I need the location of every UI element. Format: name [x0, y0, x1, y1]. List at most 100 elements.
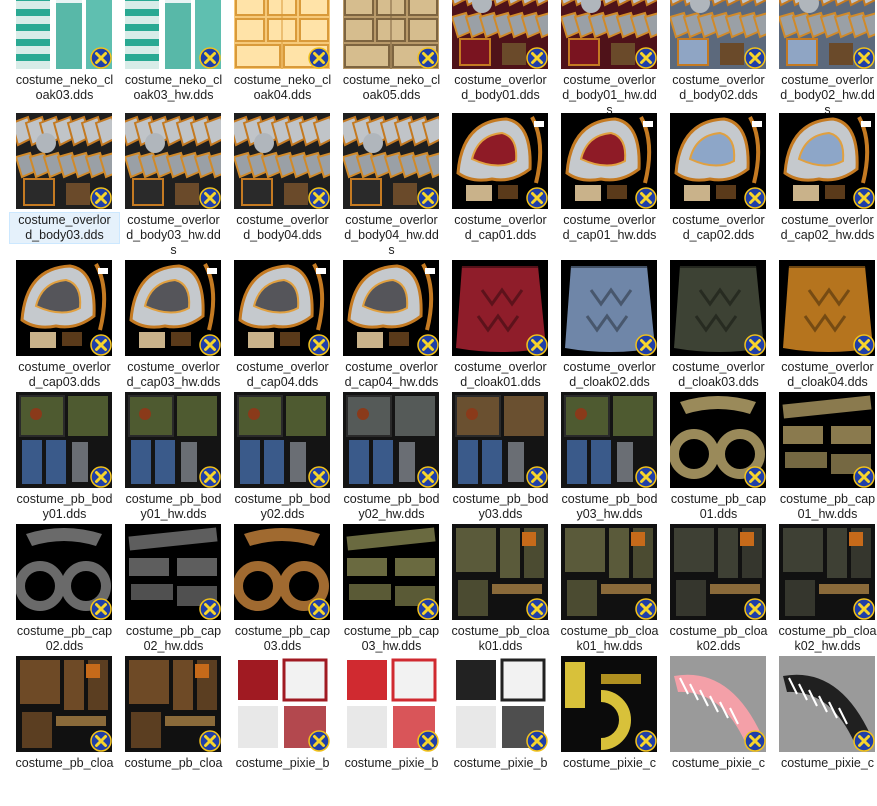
file-name-label[interactable]: costume_pb_cap 01.dds	[664, 492, 773, 522]
file-item[interactable]: costume_neko_cl oak03.dds	[10, 0, 119, 123]
file-item[interactable]: costume_overlor d_cap02.dds	[664, 113, 773, 263]
file-name-label[interactable]: costume_overlor d_cloak01.dds	[446, 360, 555, 390]
file-thumbnail[interactable]	[16, 524, 112, 620]
file-item[interactable]: costume_pb_cap 01.dds	[664, 392, 773, 542]
file-item[interactable]: costume_pb_cloa	[10, 656, 119, 806]
file-name-label[interactable]: costume_pb_bod y02_hw.dds	[337, 492, 446, 522]
file-name-label[interactable]: costume_overlor d_body03_hw.dd s	[119, 213, 228, 258]
file-thumbnail[interactable]	[561, 113, 657, 209]
file-item[interactable]: costume_overlor d_body03_hw.dd s	[119, 113, 228, 263]
file-item[interactable]: costume_pixie_b	[228, 656, 337, 806]
file-item[interactable]: costume_pb_cloa k02_hw.dds	[773, 524, 877, 674]
file-thumbnail[interactable]	[452, 0, 548, 69]
file-name-label[interactable]: costume_overlor d_cap01.dds	[446, 213, 555, 243]
file-thumbnail[interactable]	[234, 0, 330, 69]
file-item[interactable]: costume_overlor d_cap04_hw.dds	[337, 260, 446, 410]
file-thumbnail[interactable]	[670, 0, 766, 69]
file-thumbnail[interactable]	[779, 260, 875, 356]
file-item[interactable]: costume_overlor d_cap04.dds	[228, 260, 337, 410]
file-name-label[interactable]: costume_pixie_c	[664, 756, 773, 771]
file-thumbnail[interactable]	[670, 113, 766, 209]
file-name-label[interactable]: costume_pb_cap 02.dds	[10, 624, 119, 654]
file-name-label[interactable]: costume_pixie_b	[228, 756, 337, 771]
file-name-label[interactable]: costume_overlor d_cloak04.dds	[773, 360, 877, 390]
file-item[interactable]: costume_overlor d_body02.dds	[664, 0, 773, 123]
file-item[interactable]: costume_overlor d_body03.dds	[9, 113, 120, 263]
file-item[interactable]: costume_overlor d_cap03.dds	[10, 260, 119, 410]
file-item[interactable]: costume_pb_bod y02.dds	[228, 392, 337, 542]
file-item[interactable]: costume_overlor d_body04_hw.dd s	[337, 113, 446, 263]
file-name-label[interactable]: costume_overlor d_body04.dds	[228, 213, 337, 243]
file-name-label[interactable]: costume_pb_bod y01_hw.dds	[119, 492, 228, 522]
file-thumbnail[interactable]	[343, 0, 439, 69]
file-item[interactable]: costume_pb_cloa k01_hw.dds	[555, 524, 664, 674]
file-name-label[interactable]: costume_pb_cloa	[10, 756, 119, 771]
file-thumbnail[interactable]	[234, 392, 330, 488]
file-item[interactable]: costume_overlor d_cloak01.dds	[446, 260, 555, 410]
file-thumbnail[interactable]	[125, 260, 221, 356]
file-name-label[interactable]: costume_overlor d_body02.dds	[664, 73, 773, 103]
file-item[interactable]: costume_pb_bod y02_hw.dds	[337, 392, 446, 542]
file-name-label[interactable]: costume_neko_cl oak03_hw.dds	[119, 73, 228, 103]
file-thumbnail[interactable]	[16, 113, 112, 209]
file-item[interactable]: costume_pb_bod y03_hw.dds	[555, 392, 664, 542]
file-item[interactable]: costume_neko_cl oak04.dds	[228, 0, 337, 123]
file-thumbnail[interactable]	[670, 260, 766, 356]
file-item[interactable]: costume_pixie_c	[773, 656, 877, 806]
file-name-label[interactable]: costume_overlor d_cap03.dds	[10, 360, 119, 390]
file-item[interactable]: costume_pb_cloa	[119, 656, 228, 806]
file-thumbnail[interactable]	[452, 113, 548, 209]
file-item[interactable]: costume_overlor d_body01_hw.dd s	[555, 0, 664, 123]
file-item[interactable]: costume_overlor d_cap03_hw.dds	[119, 260, 228, 410]
file-item[interactable]: costume_overlor d_cloak02.dds	[555, 260, 664, 410]
file-thumbnail[interactable]	[125, 113, 221, 209]
file-thumbnail[interactable]	[561, 0, 657, 69]
file-thumbnail[interactable]	[343, 113, 439, 209]
file-thumbnail[interactable]	[16, 392, 112, 488]
file-thumbnail[interactable]	[234, 524, 330, 620]
file-thumbnail[interactable]	[452, 392, 548, 488]
file-name-label[interactable]: costume_pb_cap 03_hw.dds	[337, 624, 446, 654]
file-name-label[interactable]: costume_pixie_c	[773, 756, 877, 771]
file-item[interactable]: costume_pb_cap 02.dds	[10, 524, 119, 674]
file-thumbnail[interactable]	[779, 392, 875, 488]
file-name-label[interactable]: costume_pb_cap 03.dds	[228, 624, 337, 654]
file-name-label[interactable]: costume_overlor d_body01_hw.dd s	[555, 73, 664, 118]
file-name-label[interactable]: costume_overlor d_cap04_hw.dds	[337, 360, 446, 390]
file-item[interactable]: costume_pb_cloa k02.dds	[664, 524, 773, 674]
file-item[interactable]: costume_pixie_c	[555, 656, 664, 806]
file-thumbnail[interactable]	[125, 524, 221, 620]
file-thumbnail[interactable]	[125, 392, 221, 488]
file-item[interactable]: costume_pixie_b	[337, 656, 446, 806]
file-name-label[interactable]: costume_overlor d_body03.dds	[9, 212, 120, 244]
file-item[interactable]: costume_pb_cap 02_hw.dds	[119, 524, 228, 674]
file-thumbnail[interactable]	[452, 260, 548, 356]
file-name-label[interactable]: costume_pb_cloa	[119, 756, 228, 771]
file-name-label[interactable]: costume_pb_bod y01.dds	[10, 492, 119, 522]
file-thumbnail[interactable]	[779, 524, 875, 620]
file-item[interactable]: costume_neko_cl oak05.dds	[337, 0, 446, 123]
file-name-label[interactable]: costume_pb_cap 02_hw.dds	[119, 624, 228, 654]
file-name-label[interactable]: costume_overlor d_cap01_hw.dds	[555, 213, 664, 243]
file-name-label[interactable]: costume_pb_cloa k01_hw.dds	[555, 624, 664, 654]
file-thumbnail[interactable]	[779, 0, 875, 69]
file-thumbnail[interactable]	[234, 656, 330, 752]
file-name-label[interactable]: costume_pb_bod y03.dds	[446, 492, 555, 522]
file-thumbnail[interactable]	[779, 113, 875, 209]
file-name-label[interactable]: costume_pixie_b	[337, 756, 446, 771]
file-name-label[interactable]: costume_overlor d_body04_hw.dd s	[337, 213, 446, 258]
file-name-label[interactable]: costume_overlor d_cap02_hw.dds	[773, 213, 877, 243]
file-name-label[interactable]: costume_neko_cl oak05.dds	[337, 73, 446, 103]
file-name-label[interactable]: costume_pixie_b	[446, 756, 555, 771]
file-item[interactable]: costume_overlor d_body04.dds	[228, 113, 337, 263]
file-thumbnail[interactable]	[561, 524, 657, 620]
file-name-label[interactable]: costume_overlor d_body01.dds	[446, 73, 555, 103]
file-thumbnail[interactable]	[670, 392, 766, 488]
file-thumbnail[interactable]	[452, 656, 548, 752]
file-name-label[interactable]: costume_pb_cloa k01.dds	[446, 624, 555, 654]
file-item[interactable]: costume_overlor d_body02_hw.dd s	[773, 0, 877, 123]
file-item[interactable]: costume_pb_cloa k01.dds	[446, 524, 555, 674]
file-item[interactable]: costume_pb_bod y01_hw.dds	[119, 392, 228, 542]
file-name-label[interactable]: costume_pb_cloa k02_hw.dds	[773, 624, 877, 654]
file-item[interactable]: costume_pb_cap 03.dds	[228, 524, 337, 674]
